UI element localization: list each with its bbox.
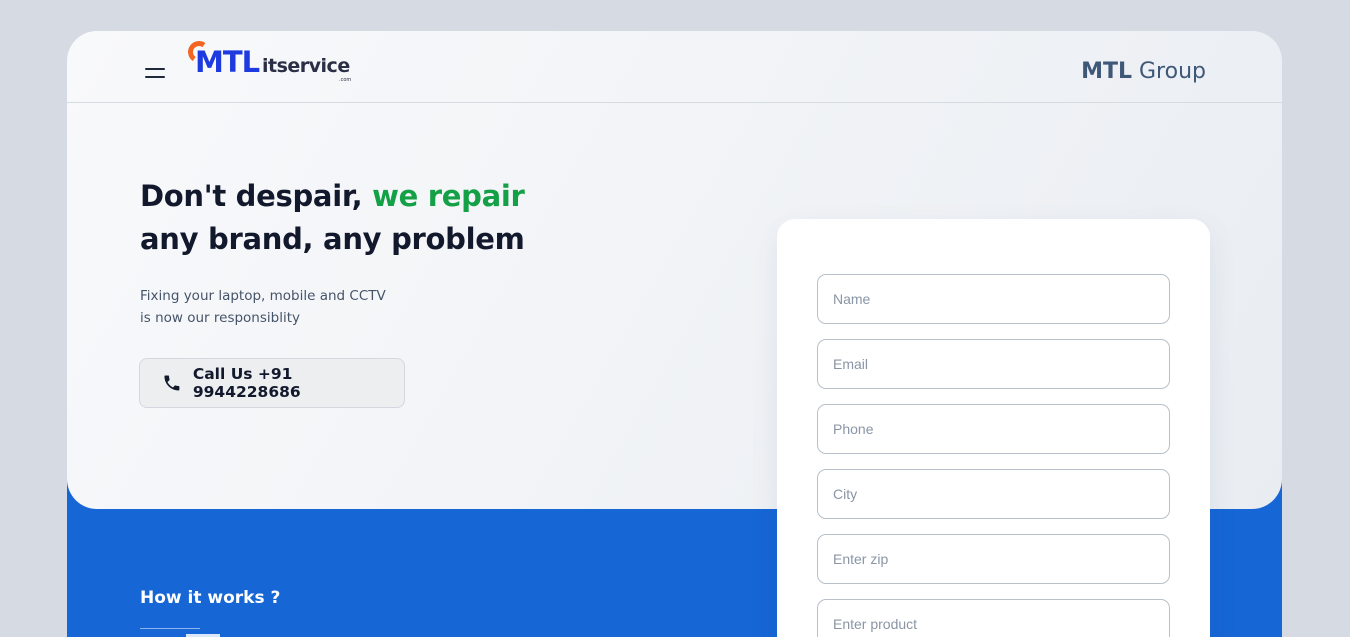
how-it-works-title: How it works ? [140,588,281,608]
group-brand-bold: MTL [1081,59,1133,84]
name-field[interactable] [817,274,1170,324]
subtext-line1: Fixing your laptop, mobile and CCTV [140,288,386,304]
menu-bar-top [145,68,165,70]
headline-part1: Don't despair, [140,179,373,213]
site-header: MTL itservice .com MTL Group [67,31,1282,103]
logo-itservice-text: itservice [262,55,350,77]
how-divider [140,628,200,629]
repair-request-form [777,219,1210,637]
menu-bar-bottom [145,76,165,78]
product-field[interactable] [817,599,1170,637]
phone-field[interactable] [817,404,1170,454]
zip-field[interactable] [817,534,1170,584]
logo-mtl-text: MTL [195,45,260,79]
subtext-line2: is now our responsiblity [140,310,300,326]
call-us-button[interactable]: Call Us +91 9944228686 [139,358,405,408]
hero-subtext: Fixing your laptop, mobile and CCTV is n… [140,285,440,329]
hero-headline: Don't despair, we repair any brand, any … [140,175,525,261]
headline-line2: any brand, any problem [140,222,525,256]
group-brand-rest: Group [1132,59,1206,84]
mtl-group-brand[interactable]: MTL Group [1081,59,1206,84]
logo-com-text: .com [339,77,352,83]
email-field[interactable] [817,339,1170,389]
call-us-label: Call Us +91 9944228686 [192,365,301,401]
city-field[interactable] [817,469,1170,519]
phone-icon [164,375,180,391]
site-logo[interactable]: MTL itservice .com [186,39,362,85]
headline-green: we repair [372,179,525,213]
hamburger-menu-icon[interactable] [145,66,167,80]
